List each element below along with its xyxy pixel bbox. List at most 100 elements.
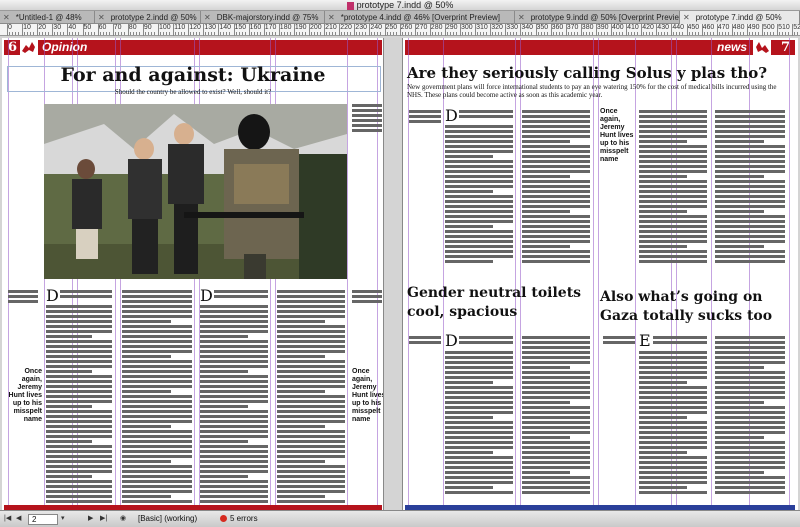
text-line xyxy=(122,305,192,308)
text-line xyxy=(200,415,268,418)
text-line xyxy=(639,431,707,434)
ruler-tick-label: 210 xyxy=(324,24,337,36)
headline-3[interactable]: Also what’s going on Gaza totally sucks … xyxy=(600,288,790,326)
next-page-icon[interactable]: ▶ xyxy=(88,514,93,524)
tab-untitled-1[interactable]: ✕ *Untitled-1 @ 48% xyxy=(0,11,95,24)
sidebar-text-column[interactable] xyxy=(8,290,38,305)
text-line xyxy=(122,350,192,353)
sidebar-text-column[interactable] xyxy=(352,290,382,305)
article-text-column[interactable] xyxy=(715,110,785,265)
sidebar-text-column[interactable] xyxy=(352,104,382,134)
article-text-column[interactable] xyxy=(277,290,345,505)
article-text-column[interactable] xyxy=(445,351,513,496)
page-dropdown-icon[interactable]: ▾ xyxy=(61,514,65,524)
article-text-column[interactable] xyxy=(522,110,590,265)
sidenote-left[interactable]: Once again, Jeremy Hunt lives up to his … xyxy=(8,368,42,424)
article-text-column[interactable] xyxy=(60,290,112,300)
article-text-column[interactable] xyxy=(653,336,707,346)
ruler-tick-label: 360 xyxy=(550,24,564,36)
standfirst-main[interactable]: New government plans will force internat… xyxy=(407,83,787,99)
text-line xyxy=(200,345,268,348)
text-line xyxy=(522,431,590,434)
ruler-minor-tick xyxy=(600,32,602,35)
close-icon[interactable]: ✕ xyxy=(518,13,525,22)
ruler-minor-tick xyxy=(706,32,708,35)
article-text-column[interactable] xyxy=(522,336,590,496)
tab-prototype-9[interactable]: ✕ prototype 9.indd @ 50% [Overprint Previ… xyxy=(515,11,680,24)
text-line xyxy=(522,386,590,389)
text-line xyxy=(522,170,590,173)
ruler-minor-tick xyxy=(446,32,448,35)
text-line xyxy=(445,135,513,138)
open-page-icon[interactable]: ◉ xyxy=(120,514,126,524)
headline-2[interactable]: Gender neutral toilets cool, spacious xyxy=(407,284,592,322)
article-text-column[interactable] xyxy=(715,336,785,496)
ruler-tick-label: 10 xyxy=(22,24,31,36)
dropcap: D xyxy=(445,331,458,350)
preflight-profile[interactable]: [Basic] (working) xyxy=(138,514,197,524)
text-line xyxy=(639,180,707,183)
tab-prototype-2[interactable]: ✕ prototype 2.indd @ 50% xyxy=(95,11,201,24)
headline-main[interactable]: Are they seriously calling Solus y plas … xyxy=(407,64,767,82)
text-line xyxy=(46,325,112,328)
tab-prototype-7[interactable]: ✕ prototype 7.indd @ 50% xyxy=(680,11,800,24)
text-line xyxy=(522,210,570,213)
text-line xyxy=(277,460,325,463)
article-text-column[interactable] xyxy=(122,290,192,505)
article-text-column[interactable] xyxy=(459,110,513,120)
left-page[interactable]: 6 Opinion For and against: Ukraine Shoul… xyxy=(2,38,384,510)
close-icon[interactable]: ✕ xyxy=(204,13,211,22)
text-line xyxy=(445,210,513,213)
text-line xyxy=(445,486,493,489)
article-text-column[interactable] xyxy=(46,305,112,505)
text-line xyxy=(46,430,112,433)
close-icon[interactable]: ✕ xyxy=(683,13,690,22)
article-text-column[interactable] xyxy=(445,125,513,265)
text-line xyxy=(715,371,785,374)
ruler-minor-tick xyxy=(196,32,198,35)
text-line xyxy=(46,390,112,393)
ruler-minor-tick xyxy=(392,32,394,35)
right-page[interactable]: news 7 Are they seriously calling Solus … xyxy=(402,38,798,510)
preflight-errors[interactable]: 5 errors xyxy=(220,514,258,524)
article-text-column[interactable] xyxy=(214,290,268,300)
text-line xyxy=(200,325,268,328)
ruler-tick-label: 350 xyxy=(535,24,549,36)
headline[interactable]: For and against: Ukraine xyxy=(2,64,383,86)
sidebar-text-column[interactable] xyxy=(409,336,441,346)
last-page-icon[interactable]: ▶| xyxy=(100,514,107,524)
news-photo[interactable] xyxy=(44,104,347,279)
ruler-minor-tick xyxy=(546,32,548,35)
ruler-tick-label: 130 xyxy=(203,24,216,36)
column-guide xyxy=(515,38,516,510)
ruler-minor-tick xyxy=(386,32,388,35)
close-icon[interactable]: ✕ xyxy=(328,13,335,22)
tab-prototype-4[interactable]: ✕ *prototype 4.indd @ 46% [Overprint Prev… xyxy=(325,11,515,24)
article-text-column[interactable] xyxy=(459,336,513,346)
text-line xyxy=(639,396,707,399)
sidenote-right[interactable]: Once again, Jeremy Hunt lives up to his … xyxy=(352,368,383,424)
previous-page-icon[interactable]: ◀ xyxy=(16,514,21,524)
sidenote[interactable]: Once again, Jeremy Hunt lives up to his … xyxy=(600,108,634,164)
text-line xyxy=(715,180,785,183)
ruler-tick-label: 340 xyxy=(520,24,534,36)
article-text-column[interactable] xyxy=(639,351,707,496)
first-page-icon[interactable]: |◀ xyxy=(4,514,11,524)
page-number-field[interactable]: 2 xyxy=(28,514,58,525)
text-line xyxy=(46,415,112,418)
tab-dbk-majorstory[interactable]: ✕ DBK-majorstory.indd @ 75% xyxy=(201,11,325,24)
article-text-column[interactable] xyxy=(200,305,268,505)
article-text-column[interactable] xyxy=(639,110,707,265)
text-line xyxy=(639,130,707,133)
text-line xyxy=(46,420,112,423)
horizontal-ruler[interactable]: 0 10 20 30 40 50 60 70 80 90 100 110 120 130 140 150 160… xyxy=(0,24,800,36)
ruler-tick-label: 240 xyxy=(369,24,383,36)
standfirst[interactable]: Should the country be allowed to exist? … xyxy=(2,88,383,96)
text-line xyxy=(277,490,345,493)
close-icon[interactable]: ✕ xyxy=(98,13,105,22)
close-icon[interactable]: ✕ xyxy=(3,13,10,22)
sidebar-text-column[interactable] xyxy=(603,336,635,346)
sidebar-text-column[interactable] xyxy=(409,110,441,125)
text-line xyxy=(715,170,785,173)
text-line xyxy=(445,225,493,228)
